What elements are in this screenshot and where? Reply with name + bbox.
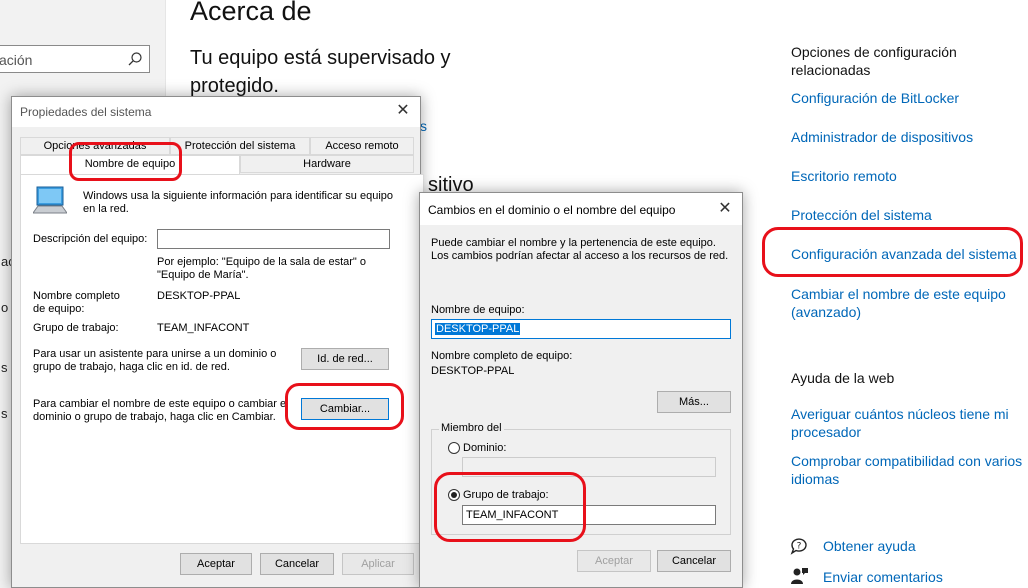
web-help-heading: Ayuda de la web xyxy=(791,370,895,386)
link-language-compat[interactable]: Comprobar compatibilidad con varios idio… xyxy=(791,452,1027,488)
dialog-titlebar[interactable]: Propiedades del sistema ✕ xyxy=(12,97,420,127)
description-label: Descripción del equipo: xyxy=(33,233,148,245)
more-button[interactable]: Más... xyxy=(657,391,731,413)
fullname-label: Nombre completo de equipo: xyxy=(33,290,120,315)
fullname-value: DESKTOP-PPAL xyxy=(157,290,241,302)
partial-link[interactable]: s xyxy=(420,118,427,134)
dialog-title: Cambios en el dominio o el nombre del eq… xyxy=(428,203,676,217)
tab-advanced-options[interactable]: Opciones avanzadas xyxy=(20,137,170,155)
intro-text: Windows usa la siguiente información par… xyxy=(83,190,394,215)
tab-computer-name[interactable]: Nombre de equipo xyxy=(20,155,240,175)
description-example: Por ejemplo: "Equipo de la sala de estar… xyxy=(157,256,366,281)
link-processor-cores[interactable]: Averiguar cuántos núcleos tiene mi proce… xyxy=(791,405,1016,441)
computer-name-label: Nombre de equipo: xyxy=(431,304,525,316)
workgroup-label: Grupo de trabajo: xyxy=(463,489,549,501)
link-device-manager[interactable]: Administrador de dispositivos xyxy=(791,128,1027,146)
related-settings-heading: Opciones de configuración relacionadas xyxy=(791,44,957,78)
search-input-text: ación xyxy=(0,52,33,68)
link-remote-desktop[interactable]: Escritorio remoto xyxy=(791,167,1027,185)
page-title: Acerca de xyxy=(190,0,312,26)
feedback-icon xyxy=(791,568,808,584)
tab-remote-access[interactable]: Acceso remoto xyxy=(310,137,414,155)
workgroup-label: Grupo de trabajo: xyxy=(33,322,119,334)
tab-hardware[interactable]: Hardware xyxy=(240,155,414,173)
cancel-button[interactable]: Cancelar xyxy=(657,550,731,572)
close-icon[interactable]: ✕ xyxy=(716,200,734,218)
description-input[interactable] xyxy=(157,229,390,249)
intro-text: Puede cambiar el nombre y la pertenencia… xyxy=(431,237,729,262)
computer-name-input[interactable]: DESKTOP-PPAL xyxy=(431,319,731,339)
computer-icon xyxy=(33,186,67,214)
domain-label: Dominio: xyxy=(463,442,507,454)
link-system-protection[interactable]: Protección del sistema xyxy=(791,206,1027,224)
sidebar-item-fragment[interactable]: s xyxy=(1,360,8,375)
get-help-icon: ? xyxy=(790,538,807,555)
sidebar-item-fragment[interactable]: o xyxy=(1,300,8,315)
cancel-button[interactable]: Cancelar xyxy=(260,553,334,575)
workgroup-radio[interactable] xyxy=(448,489,460,501)
computer-name-panel: Windows usa la siguiente información par… xyxy=(20,174,424,544)
member-of-label: Miembro del xyxy=(439,422,504,434)
ok-button[interactable]: Aceptar xyxy=(180,553,252,575)
domain-input[interactable] xyxy=(462,457,716,477)
sidebar-item-fragment[interactable]: s xyxy=(1,406,8,421)
network-id-text: Para usar un asistente para unirse a un … xyxy=(33,348,277,373)
computer-name-value: DESKTOP-PPAL xyxy=(435,323,521,335)
get-help-link[interactable]: Obtener ayuda xyxy=(823,537,1028,555)
dialog-titlebar[interactable]: Cambios en el dominio o el nombre del eq… xyxy=(420,193,742,225)
link-bitlocker[interactable]: Configuración de BitLocker xyxy=(791,89,1027,107)
workgroup-input[interactable]: TEAM_INFACONT xyxy=(462,505,716,525)
workgroup-value: TEAM_INFACONT xyxy=(157,322,250,334)
domain-changes-dialog: Cambios en el dominio o el nombre del eq… xyxy=(419,192,743,588)
network-id-button[interactable]: Id. de red... xyxy=(301,348,389,370)
dialog-title: Propiedades del sistema xyxy=(20,105,152,119)
system-properties-dialog: Propiedades del sistema ✕ Opciones avanz… xyxy=(11,96,424,588)
change-text: Para cambiar el nombre de este equipo o … xyxy=(33,398,289,423)
domain-radio[interactable] xyxy=(448,442,460,454)
close-icon[interactable]: ✕ xyxy=(394,102,412,120)
feedback-link[interactable]: Enviar comentarios xyxy=(823,568,1028,586)
link-advanced-system-settings[interactable]: Configuración avanzada del sistema xyxy=(791,245,1027,263)
tab-system-protection[interactable]: Protección del sistema xyxy=(170,137,310,155)
settings-search-box[interactable]: ación xyxy=(0,45,150,73)
svg-text:?: ? xyxy=(797,542,802,552)
protection-status: Tu equipo está supervisado y protegido. xyxy=(190,47,451,97)
apply-button[interactable]: Aplicar xyxy=(342,553,414,575)
change-button[interactable]: Cambiar... xyxy=(301,398,389,420)
link-rename-pc-advanced[interactable]: Cambiar el nombre de este equipo (avanza… xyxy=(791,285,1021,321)
fullname-value: DESKTOP-PPAL xyxy=(431,365,515,377)
ok-button[interactable]: Aceptar xyxy=(577,550,651,572)
search-icon[interactable] xyxy=(127,51,143,67)
fullname-label: Nombre completo de equipo: xyxy=(431,350,573,362)
